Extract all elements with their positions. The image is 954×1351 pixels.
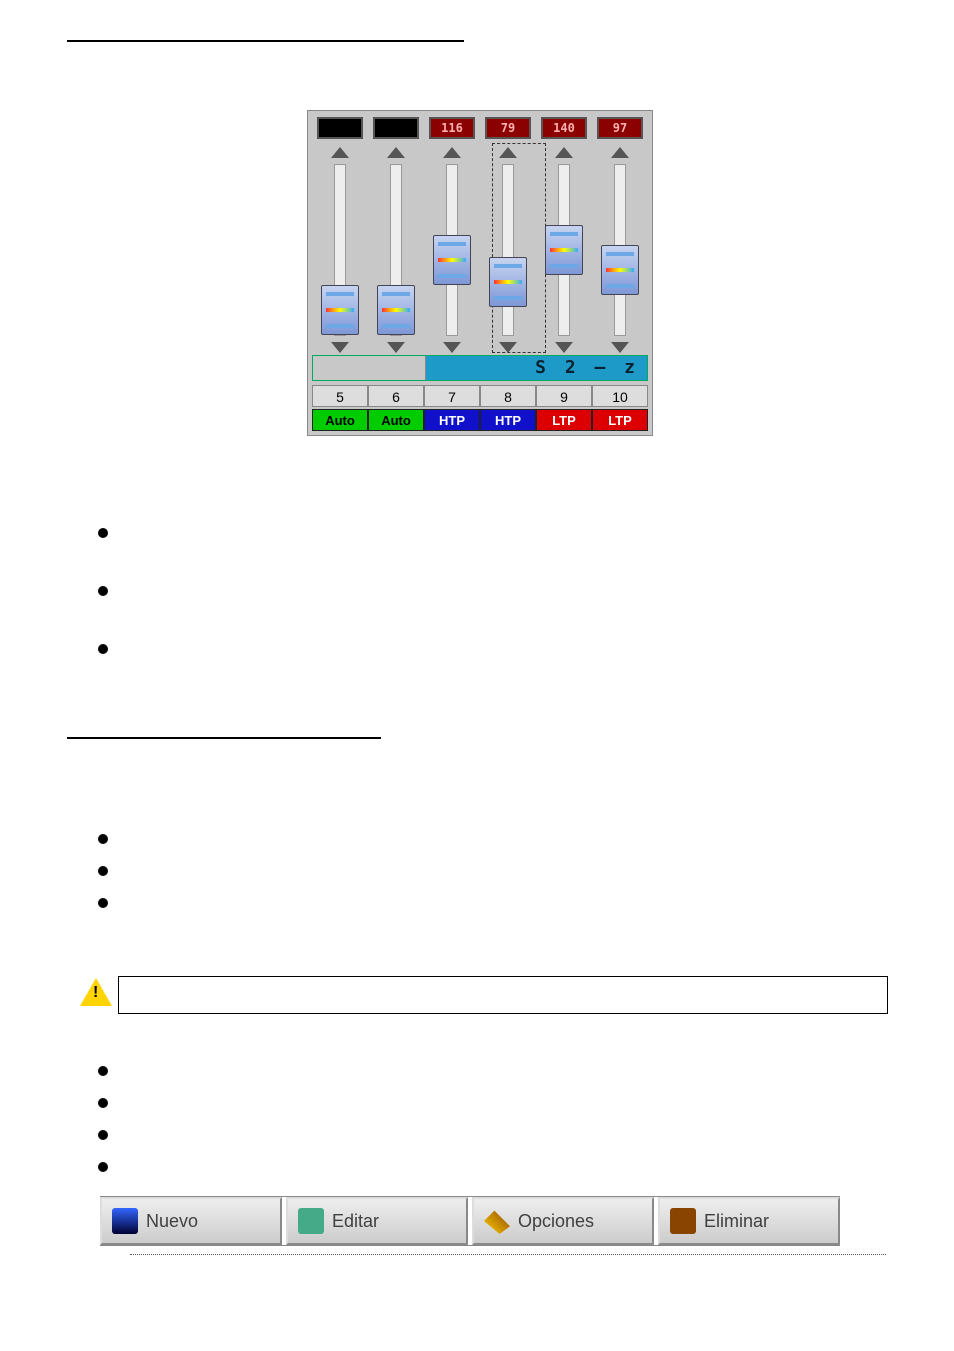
bump-up-icon[interactable]: [387, 147, 405, 158]
fader-handle[interactable]: [321, 285, 359, 335]
options-label: Opciones: [518, 1211, 594, 1232]
channel-number[interactable]: 9: [536, 385, 592, 407]
channel-number-row: 5678910: [312, 385, 648, 407]
group-bar[interactable]: S 2 – z: [312, 355, 648, 381]
channel: 79: [480, 117, 536, 355]
channel: [312, 117, 368, 355]
bump-down-icon[interactable]: [443, 342, 461, 353]
bump-up-icon[interactable]: [611, 147, 629, 158]
fader-track[interactable]: [614, 164, 626, 336]
new-label: Nuevo: [146, 1211, 198, 1232]
fader-track[interactable]: [502, 164, 514, 336]
bump-down-icon[interactable]: [555, 342, 573, 353]
channel-mode[interactable]: Auto: [368, 409, 424, 431]
group-label: S 2 – z: [426, 356, 647, 380]
edit-icon: [298, 1208, 324, 1234]
fader-track[interactable]: [446, 164, 458, 336]
bullet: [98, 898, 108, 908]
channel-number[interactable]: 7: [424, 385, 480, 407]
fader-panel-inner: 1167914097 S 2 – z 5678910 AutoAutoHTPHT…: [307, 110, 653, 436]
channel-mode[interactable]: HTP: [424, 409, 480, 431]
channel-display: [373, 117, 419, 139]
bullet: [98, 528, 108, 538]
channel-display: 116: [429, 117, 475, 139]
channel-mode[interactable]: LTP: [592, 409, 648, 431]
delete-button[interactable]: Eliminar: [658, 1197, 840, 1245]
section-rule-1: [67, 40, 464, 42]
warning-box: [118, 976, 888, 1014]
bullet: [98, 1098, 108, 1108]
bullet: [98, 1162, 108, 1172]
channel-display: 140: [541, 117, 587, 139]
channel-mode[interactable]: Auto: [312, 409, 368, 431]
fader-handle[interactable]: [433, 235, 471, 285]
bump-down-icon[interactable]: [331, 342, 349, 353]
toolbar-underline: [130, 1254, 886, 1255]
fader-handle[interactable]: [545, 225, 583, 275]
bump-down-icon[interactable]: [499, 342, 517, 353]
fader-panel: 1167914097 S 2 – z 5678910 AutoAutoHTPHT…: [307, 110, 653, 436]
channel-number[interactable]: 5: [312, 385, 368, 407]
new-icon: [112, 1208, 138, 1234]
channel-mode[interactable]: LTP: [536, 409, 592, 431]
toolbar: Nuevo Editar Opciones Eliminar: [100, 1196, 840, 1246]
fader-track[interactable]: [558, 164, 570, 336]
warning-icon: [80, 978, 112, 1008]
bullet: [98, 1066, 108, 1076]
bump-up-icon[interactable]: [499, 147, 517, 158]
edit-label: Editar: [332, 1211, 379, 1232]
channel-display: [317, 117, 363, 139]
channel-mode[interactable]: HTP: [480, 409, 536, 431]
fader-track[interactable]: [390, 164, 402, 336]
bump-up-icon[interactable]: [331, 147, 349, 158]
channel: 140: [536, 117, 592, 355]
channel-display: 97: [597, 117, 643, 139]
bump-up-icon[interactable]: [555, 147, 573, 158]
bump-down-icon[interactable]: [611, 342, 629, 353]
section-rule-2: [67, 737, 381, 739]
group-bar-empty: [313, 356, 426, 380]
bullet: [98, 1130, 108, 1140]
bullet: [98, 586, 108, 596]
channel-number[interactable]: 6: [368, 385, 424, 407]
options-icon: [484, 1208, 510, 1234]
bump-down-icon[interactable]: [387, 342, 405, 353]
delete-label: Eliminar: [704, 1211, 769, 1232]
channel-row: 116 79 140 97: [312, 117, 648, 355]
edit-button[interactable]: Editar: [286, 1197, 468, 1245]
bump-up-icon[interactable]: [443, 147, 461, 158]
fader-handle[interactable]: [489, 257, 527, 307]
channel-number[interactable]: 10: [592, 385, 648, 407]
bullet: [98, 834, 108, 844]
bullet: [98, 866, 108, 876]
channel-mode-row: AutoAutoHTPHTPLTPLTP: [312, 409, 648, 431]
options-button[interactable]: Opciones: [472, 1197, 654, 1245]
fader-track[interactable]: [334, 164, 346, 336]
channel: 116: [424, 117, 480, 355]
fader-handle[interactable]: [377, 285, 415, 335]
channel-display: 79: [485, 117, 531, 139]
channel-number[interactable]: 8: [480, 385, 536, 407]
new-button[interactable]: Nuevo: [100, 1197, 282, 1245]
delete-icon: [670, 1208, 696, 1234]
channel: 97: [592, 117, 648, 355]
fader-handle[interactable]: [601, 245, 639, 295]
bullet: [98, 644, 108, 654]
channel: [368, 117, 424, 355]
